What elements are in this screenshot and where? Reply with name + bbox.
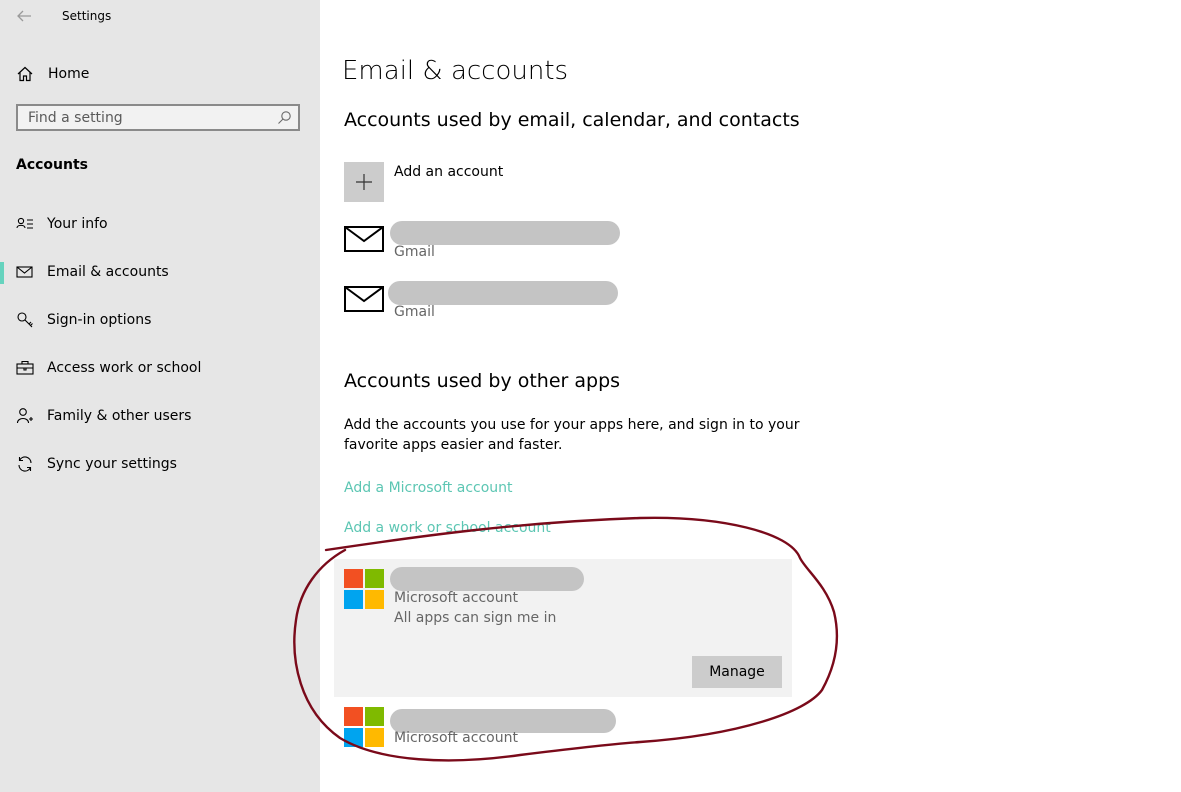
search-box[interactable] (16, 104, 300, 131)
key-icon (17, 312, 33, 328)
microsoft-account-item[interactable]: Microsoft account (344, 707, 644, 757)
mail-icon (344, 286, 384, 312)
person-add-icon (16, 408, 33, 424)
account-type: Microsoft account (394, 590, 518, 606)
sidebar-item-your-info[interactable]: Your info (0, 204, 320, 244)
sync-icon (18, 456, 32, 472)
redacted-email (388, 281, 618, 305)
sidebar-item-access-work-school[interactable]: Access work or school (0, 348, 320, 388)
apps-section-heading: Accounts used by other apps (344, 370, 621, 392)
search-icon[interactable] (277, 110, 292, 125)
manage-button[interactable]: Manage (692, 656, 782, 688)
sidebar-item-email-accounts[interactable]: Email & accounts (0, 252, 320, 292)
microsoft-logo-icon (344, 569, 384, 609)
home-label: Home (48, 66, 90, 82)
plus-icon (356, 174, 372, 190)
add-microsoft-account-link[interactable]: Add a Microsoft account (344, 480, 513, 496)
sidebar-item-label: Your info (47, 216, 108, 232)
sidebar-item-label: Sign-in options (47, 312, 152, 328)
account-detail: All apps can sign me in (394, 610, 557, 626)
account-provider: Gmail (394, 244, 435, 260)
plus-tile (344, 162, 384, 202)
section-label-accounts: Accounts (16, 157, 89, 173)
sidebar-item-label: Email & accounts (47, 264, 169, 280)
microsoft-logo-icon (344, 707, 384, 747)
sidebar-item-family-other-users[interactable]: Family & other users (0, 396, 320, 436)
briefcase-icon (16, 360, 34, 375)
add-account-label: Add an account (394, 164, 504, 180)
redacted-email (390, 567, 584, 591)
mail-icon (16, 266, 33, 278)
sidebar-item-sync-settings[interactable]: Sync your settings (0, 444, 320, 484)
page-title: Email & accounts (342, 56, 569, 86)
app-title: Settings (62, 9, 112, 23)
account-provider: Gmail (394, 304, 435, 320)
sidebar-item-label: Family & other users (47, 408, 192, 424)
account-type: Microsoft account (394, 730, 518, 746)
email-account-item[interactable]: Gmail (344, 221, 764, 272)
email-account-item[interactable]: Gmail (344, 281, 764, 332)
sidebar-item-sign-in-options[interactable]: Sign-in options (0, 300, 320, 340)
microsoft-account-card[interactable]: Microsoft account All apps can sign me i… (334, 559, 792, 697)
sidebar-item-label: Access work or school (47, 360, 202, 376)
mail-icon (344, 226, 384, 252)
add-work-school-account-link[interactable]: Add a work or school account (344, 520, 551, 536)
title-bar: Settings (0, 0, 320, 34)
sidebar-item-label: Sync your settings (47, 456, 177, 472)
main-content: Email & accounts Accounts used by email,… (320, 0, 1181, 792)
sidebar: Settings Home Accounts Your info Email &… (0, 0, 320, 792)
home-button[interactable]: Home (16, 62, 89, 86)
contact-info-icon (16, 217, 33, 229)
back-arrow-icon[interactable] (14, 6, 34, 26)
home-icon (17, 66, 33, 82)
email-section-heading: Accounts used by email, calendar, and co… (344, 109, 800, 131)
apps-section-description: Add the accounts you use for your apps h… (344, 417, 800, 453)
search-input[interactable] (18, 106, 278, 129)
redacted-email (390, 221, 620, 245)
